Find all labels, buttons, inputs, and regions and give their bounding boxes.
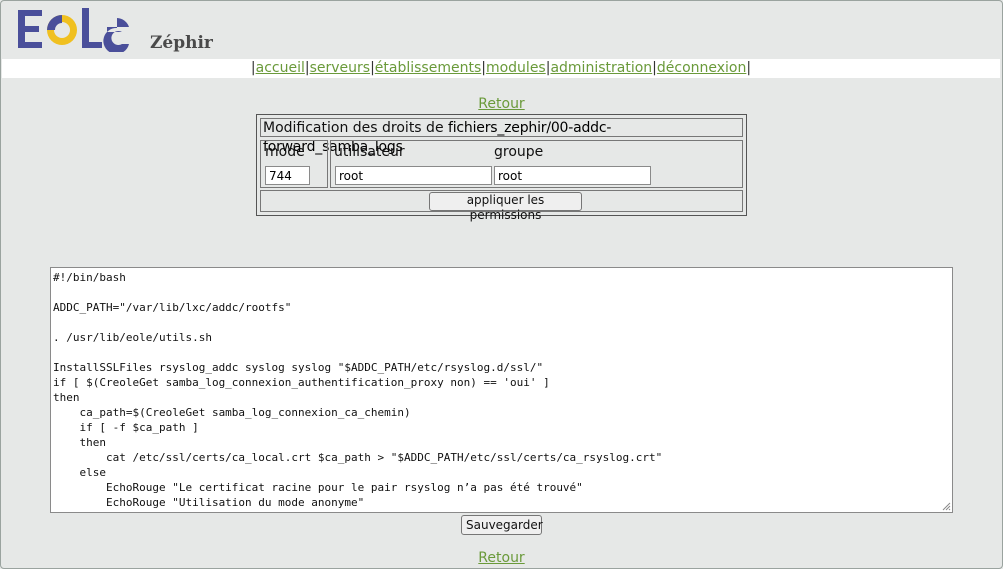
nav-administration[interactable]: administration	[550, 60, 652, 76]
permissions-table: Modification des droits de fichiers_zeph…	[256, 114, 747, 222]
mode-input[interactable]	[265, 166, 310, 185]
resize-grip-icon[interactable]	[942, 502, 951, 511]
nav-modules[interactable]: modules	[486, 60, 546, 76]
nav-deconnexion[interactable]: déconnexion	[657, 60, 747, 76]
retour-link-bottom[interactable]: Retour	[0, 550, 1003, 566]
group-input[interactable]	[494, 166, 651, 185]
nav-accueil[interactable]: accueil	[256, 60, 305, 76]
file-content-text[interactable]: #!/bin/bash ADDC_PATH="/var/lib/lxc/addc…	[51, 268, 952, 512]
user-label: utilisateur	[334, 144, 405, 160]
apply-permissions-button[interactable]: appliquer les permissions	[429, 192, 582, 222]
nav-etablissements[interactable]: établissements	[375, 60, 481, 76]
permissions-title: Modification des droits de fichiers_zeph…	[260, 118, 743, 155]
main-navbar: |accueil|serveurs|établissements|modules…	[2, 59, 1000, 78]
permissions-title-prefix: Modification des droits de	[263, 120, 449, 136]
user-input[interactable]	[335, 166, 492, 185]
apply-cell: appliquer les permissions	[260, 190, 743, 222]
mode-cell: mode	[260, 140, 328, 188]
retour-link-top[interactable]: Retour	[0, 96, 1003, 112]
owner-cell: utilisateur groupe	[330, 140, 743, 188]
group-label: groupe	[494, 144, 544, 160]
eole-logo[interactable]	[16, 6, 132, 52]
mode-label: mode	[265, 144, 305, 160]
save-button[interactable]: Sauvegarder	[461, 515, 543, 535]
app-name: Zéphir	[150, 33, 213, 53]
nav-serveurs[interactable]: serveurs	[310, 60, 370, 76]
file-content-editor[interactable]: #!/bin/bash ADDC_PATH="/var/lib/lxc/addc…	[50, 267, 953, 513]
